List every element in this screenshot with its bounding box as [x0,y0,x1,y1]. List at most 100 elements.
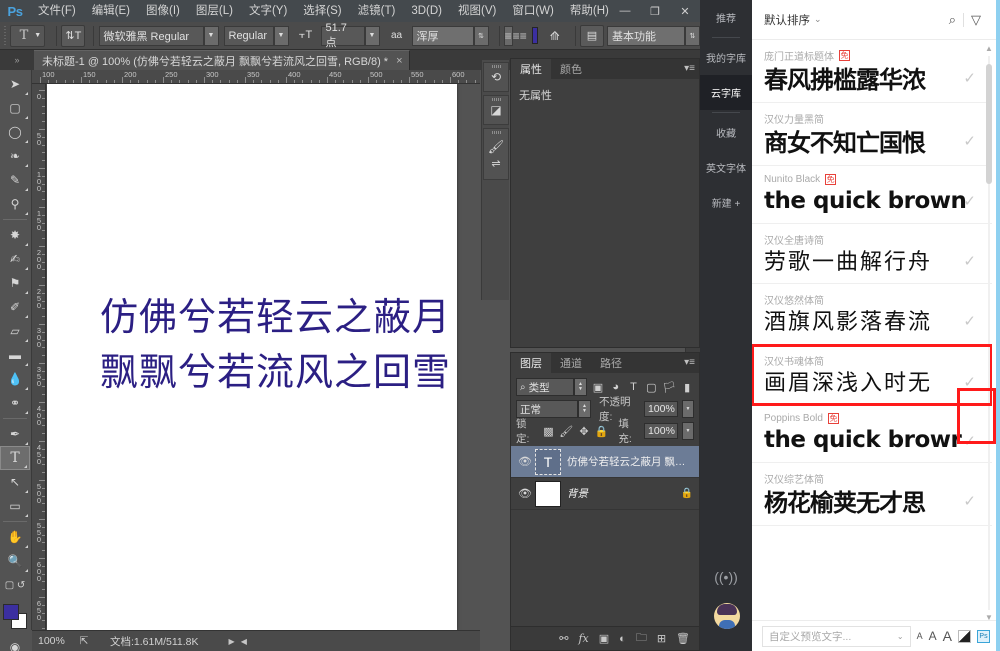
tab-paths[interactable]: 路径 [591,353,631,373]
workspace-chevron-icon[interactable]: ⇅ [685,26,700,46]
layer-name[interactable]: 仿佛兮若轻云之蔽月 飘… [567,454,695,469]
brushes-panel-icon[interactable]: 🖌 ⇌ [483,128,509,180]
dodge-tool[interactable]: ⚭ [0,391,30,415]
avatar[interactable] [714,603,740,629]
menu-select[interactable]: 选择(S) [295,0,349,22]
foreground-color-swatch[interactable] [3,604,19,620]
font-size-large-button[interactable]: A [943,628,952,644]
delete-layer-icon[interactable]: 🗑 [676,632,690,645]
quick-mask-button[interactable]: ◉ [0,635,30,651]
list-item[interactable]: 庞门正道标题体 免 春风拂槛露华浓 ✓ [752,40,992,103]
brush-tool[interactable]: ✍ [0,247,30,271]
fill-stepper[interactable]: ▼ [682,422,694,440]
font-style-chevron-down-icon[interactable]: ▼ [274,26,289,46]
align-center-button[interactable]: ≡ [513,26,520,46]
tab-properties[interactable]: 属性 [511,59,551,79]
sidebar-item-new[interactable]: 新建 + [700,185,752,220]
path-selection-tool[interactable]: ↖ [0,470,30,494]
sidebar-item-my-fonts[interactable]: 我的字库 [700,40,752,75]
eraser-tool[interactable]: ▱ [0,319,30,343]
adjustments-panel-icon[interactable]: ◪ [483,95,509,125]
font-style-selector[interactable]: Regular ▼ [224,26,289,46]
zoom-tool[interactable]: 🔍 [0,549,30,573]
font-family-selector[interactable]: 微软雅黑 Regular ▼ [99,26,219,46]
warp-text-button[interactable]: ⟰ [543,25,567,47]
layer-style-icon[interactable]: fx [578,632,588,645]
layer-filter-value[interactable]: ⌕ 类型 [516,378,574,396]
history-brush-tool[interactable]: ✐ [0,295,30,319]
anti-alias-selector[interactable]: 浑厚 ⇅ [412,26,489,46]
status-play-icon[interactable]: ▶ [229,637,235,646]
canvas-text-block[interactable]: 仿佛兮若轻云之蔽月 飘飘兮若流风之回雪 [100,290,451,400]
text-color-swatch[interactable] [532,27,538,44]
list-item[interactable]: Nunito Black 免 the quick brown ✓ [752,166,992,224]
table-row[interactable]: 👁 T 仿佛兮若轻云之蔽月 飘… [511,446,699,478]
lock-position-icon[interactable]: ✥ [577,421,591,441]
lock-image-pixels-icon[interactable]: 🖌 [559,421,573,441]
fill-value[interactable]: 100% [644,423,678,439]
chevron-down-icon[interactable]: ⌄ [897,632,904,641]
scroll-up-icon[interactable]: ▲ [985,44,993,53]
table-row[interactable]: 👁 背景 🔒 [511,478,699,510]
close-button[interactable]: ✕ [670,0,700,22]
sidebar-item-recommended[interactable]: 推荐 [700,0,752,35]
check-icon[interactable]: ✓ [963,252,976,270]
menu-filter[interactable]: 滤镜(T) [350,0,404,22]
align-left-button[interactable]: ≡ [504,26,513,46]
layer-name[interactable]: 背景 [567,486,679,501]
check-icon[interactable]: ✓ [963,373,976,391]
font-size-medium-button[interactable]: A [929,629,937,643]
type-tool[interactable]: T [0,446,30,470]
anti-alias-chevron-down-icon[interactable]: ⇅ [474,26,489,46]
menu-type[interactable]: 文字(Y) [241,0,295,22]
active-tool-preset[interactable]: T ▼ [10,25,46,47]
menu-view[interactable]: 视图(V) [450,0,504,22]
layer-thumbnail[interactable]: T [535,449,561,475]
blend-mode-stepper[interactable]: ▲▼ [578,400,591,418]
font-list[interactable]: 庞门正道标题体 免 春风拂槛露华浓 ✓ 汉仪力量黑简 商女不知亡国恨 ✓ Nun… [752,40,992,620]
move-tool[interactable]: ➤ [0,72,30,96]
lock-transparent-pixels-icon[interactable]: ▩ [542,421,556,441]
swap-colors-icon[interactable]: ▢ ↺ [0,573,30,597]
vertical-ruler[interactable]: 05 01 0 01 5 02 0 02 5 03 0 03 5 04 0 04… [32,84,46,630]
preview-text-input[interactable]: 自定义预览文字... ⌄ [762,626,911,647]
layers-panel-menu-icon[interactable]: ▾≡ [684,357,695,368]
lasso-tool[interactable]: ◯ [0,120,30,144]
check-icon[interactable]: ✓ [963,312,976,330]
workspace-selector[interactable]: 基本功能 ⇅ [607,26,700,46]
clone-stamp-tool[interactable]: ⚑ [0,271,30,295]
history-panel-icon[interactable]: ⟲ [483,62,509,92]
link-layers-icon[interactable]: ⚯ [559,632,568,645]
check-icon[interactable]: ✓ [963,492,976,510]
new-group-icon[interactable]: 🗀 [636,629,647,648]
menu-help[interactable]: 帮助(H) [562,0,617,22]
check-icon[interactable]: ✓ [963,192,976,210]
horizontal-ruler[interactable]: 100150200250300350400450500550600 [32,70,480,84]
filter-shape-icon[interactable]: ▢ [644,377,658,397]
font-family-value[interactable]: 微软雅黑 Regular [99,26,204,46]
layer-visibility-icon[interactable]: 👁 [515,455,535,468]
properties-panel-menu-icon[interactable]: ▾≡ [684,63,695,74]
text-orientation-button[interactable]: ⇅T [61,25,85,47]
adjustment-layer-icon[interactable]: ◐ [619,633,626,645]
filter-toggle-icon[interactable]: ▮ [680,377,694,397]
theme-toggle-icon[interactable] [958,630,971,643]
layer-filter-stepper[interactable]: ▲▼ [574,378,587,396]
opacity-stepper[interactable]: ▼ [682,400,694,418]
layer-visibility-icon[interactable]: 👁 [515,487,535,500]
tab-color[interactable]: 颜色 [551,59,591,79]
wifi-icon[interactable]: ((•)) [700,569,752,585]
gradient-tool[interactable]: ▬ [0,343,30,367]
collapse-panels-icon[interactable]: » [0,50,34,70]
eyedropper-tool[interactable]: ⚲ [0,192,30,216]
layer-filter-type-selector[interactable]: ⌕ 类型 ▲▼ [516,378,587,396]
spot-healing-brush-tool[interactable]: ✸ [0,223,30,247]
sidebar-item-latin-fonts[interactable]: 英文字体 [700,150,752,185]
sidebar-item-favorites[interactable]: 收藏 [700,115,752,150]
options-bar-grip[interactable] [4,26,6,46]
menu-image[interactable]: 图像(I) [138,0,188,22]
canvas-area[interactable]: 仿佛兮若轻云之蔽月 飘飘兮若流风之回雪 [46,84,465,630]
align-right-button[interactable]: ≡ [520,26,527,46]
opacity-value[interactable]: 100% [644,401,678,417]
toggle-panels-button[interactable]: ▤ [580,25,604,47]
